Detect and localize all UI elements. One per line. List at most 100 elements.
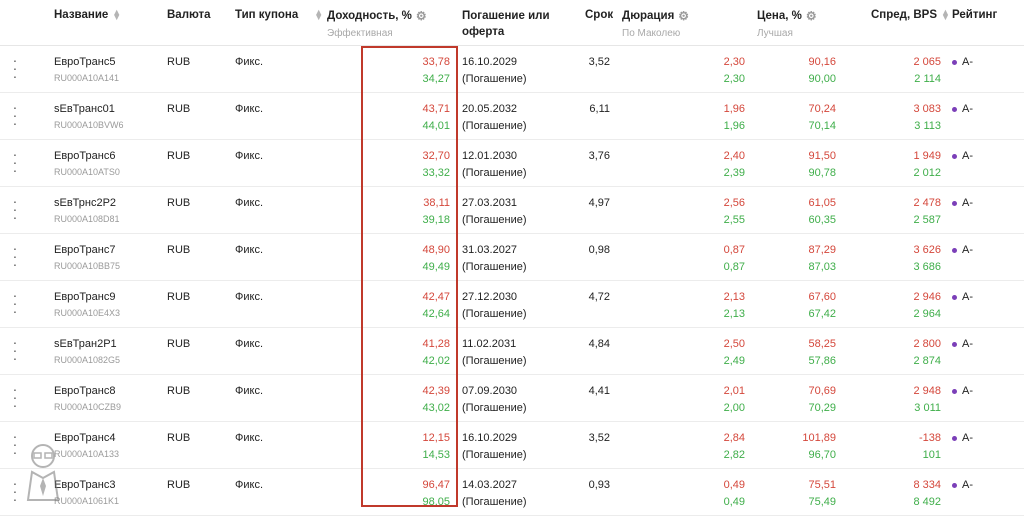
column-header-rating[interactable]: Рейтинг (952, 9, 997, 21)
price-best-value: 87,03 (808, 261, 836, 273)
duration-best-value: 0,87 (723, 261, 745, 273)
coupon-type-value: Фикс. (235, 103, 263, 115)
gear-icon[interactable]: ⚙ (678, 9, 689, 23)
term-value: 3,76 (588, 150, 610, 162)
more-vertical-icon[interactable]: · · · (10, 429, 20, 459)
table-row[interactable]: · · · ЕвроТранс8 RU000A10CZB9 RUB Фикс. 42… (0, 375, 1024, 422)
rating-value: A- (962, 56, 973, 68)
more-vertical-icon[interactable]: · · · (10, 241, 20, 271)
column-header-maturity[interactable]: Погашение или оферта (462, 8, 552, 40)
bond-name[interactable]: ЕвроТранс9 (54, 291, 115, 303)
bond-name[interactable]: sЕвТрнс2P2 (54, 197, 116, 209)
rating-value: A- (962, 479, 973, 491)
column-header-yield[interactable]: Доходность, % ⚙ Эффективная (327, 9, 427, 39)
bond-isin: RU000A10E4X3 (54, 308, 121, 318)
column-header-coupon-type[interactable]: Тип купона ▲ ▼ (235, 7, 323, 21)
table-row[interactable]: · · · ЕвроТранс7 RU000A10BB75 RUB Фикс. 48… (0, 234, 1024, 281)
price-value: 87,29 (808, 244, 836, 256)
duration-best-value: 2,00 (723, 402, 745, 414)
price-best-value: 57,86 (808, 355, 836, 367)
spread-best-value: 101 (922, 449, 941, 461)
coupon-type-value: Фикс. (235, 56, 263, 68)
term-value: 4,72 (588, 291, 610, 303)
duration-value: 2,30 (723, 56, 745, 68)
gear-icon[interactable]: ⚙ (416, 9, 427, 23)
more-vertical-icon[interactable]: · · · (10, 288, 20, 318)
column-header-spread[interactable]: Спред, BPS ▲ ▼ (871, 7, 950, 21)
bond-name[interactable]: ЕвроТранс7 (54, 244, 115, 256)
price-best-value: 67,42 (808, 308, 836, 320)
table-header: Название ▲ ▼ Валюта Тип купона ▲ ▼ Доходност… (0, 0, 1024, 46)
bond-isin: RU000A10BVW6 (54, 120, 124, 130)
more-vertical-icon[interactable]: · · · (10, 53, 20, 83)
maturity-date: 16.10.2029 (462, 432, 518, 444)
currency-value: RUB (167, 56, 191, 68)
duration-best-value: 2,55 (723, 214, 745, 226)
table-row[interactable]: · · · ЕвроТранс3 RU000A1061K1 RUB Фикс. 96… (0, 469, 1024, 516)
table-row[interactable]: · · · ЕвроТранс4 RU000A10A133 RUB Фикс. 12… (0, 422, 1024, 469)
table-row[interactable]: · · · sЕвТранс01 RU000A10BVW6 RUB Фикс. 43… (0, 93, 1024, 140)
rating-dot-icon (952, 153, 957, 159)
more-vertical-icon[interactable]: · · · (10, 147, 20, 177)
column-subheader-yield: Эффективная (327, 28, 393, 39)
spread-value: -138 (918, 432, 941, 444)
coupon-type-value: Фикс. (235, 479, 263, 491)
spread-best-value: 3 113 (914, 120, 941, 132)
duration-value: 2,01 (723, 385, 745, 397)
more-vertical-icon[interactable]: · · · (10, 382, 20, 412)
bond-name[interactable]: ЕвроТранс6 (54, 150, 115, 162)
rating-value: A- (962, 338, 973, 350)
bond-isin: RU000A10CZB9 (54, 402, 122, 412)
table-row[interactable]: · · · ЕвроТранс5 RU000A10A141 RUB Фикс. 33… (0, 46, 1024, 93)
more-vertical-icon[interactable]: · · · (10, 476, 20, 506)
table-row[interactable]: · · · ЕвроТранс9 RU000A10E4X3 RUB Фикс. 42… (0, 281, 1024, 328)
spread-best-value: 3 686 (913, 261, 941, 273)
table-row[interactable]: · · · sЕвТрнс2P2 RU000A108D81 RUB Фикс. 38… (0, 187, 1024, 234)
maturity-note: (Погашение) (462, 402, 527, 414)
rating-dot-icon (952, 435, 957, 441)
rating-dot-icon (952, 59, 957, 65)
price-value: 70,24 (808, 103, 836, 115)
spread-value: 2 946 (913, 291, 941, 303)
rating-badge: A- (952, 385, 973, 397)
rating-dot-icon (952, 482, 957, 488)
maturity-note: (Погашение) (462, 120, 527, 132)
coupon-type-value: Фикс. (235, 432, 263, 444)
gear-icon[interactable]: ⚙ (806, 9, 817, 23)
sort-icon[interactable]: ▲ ▼ (314, 7, 323, 21)
column-header-term[interactable]: Срок (585, 9, 613, 21)
rating-dot-icon (952, 106, 957, 112)
more-vertical-icon[interactable]: · · · (10, 335, 20, 365)
more-vertical-icon[interactable]: · · · (10, 194, 20, 224)
coupon-type-value: Фикс. (235, 197, 263, 209)
more-vertical-icon[interactable]: · · · (10, 100, 20, 130)
duration-best-value: 2,49 (723, 355, 745, 367)
rating-value: A- (962, 291, 973, 303)
currency-value: RUB (167, 479, 191, 491)
table-row[interactable]: · · · sЕвТран2P1 RU000A1082G5 RUB Фикс. 41… (0, 328, 1024, 375)
bond-name[interactable]: sЕвТран2P1 (54, 338, 117, 350)
column-header-currency[interactable]: Валюта (167, 9, 211, 21)
bond-name[interactable]: ЕвроТранс5 (54, 56, 115, 68)
bond-name[interactable]: ЕвроТранс8 (54, 385, 115, 397)
coupon-type-value: Фикс. (235, 150, 263, 162)
bond-name[interactable]: sЕвТранс01 (54, 103, 115, 115)
coupon-type-value: Фикс. (235, 385, 263, 397)
term-value: 6,11 (589, 103, 610, 115)
spread-best-value: 8 492 (913, 496, 941, 508)
price-value: 61,05 (808, 197, 836, 209)
table-row[interactable]: · · · ЕвроТранс6 RU000A10ATS0 RUB Фикс. 32… (0, 140, 1024, 187)
spread-value: 2 065 (913, 56, 941, 68)
watermark-icon (26, 444, 60, 501)
column-header-price[interactable]: Цена, % ⚙ Лучшая (757, 9, 817, 39)
sort-icon[interactable]: ▲ ▼ (941, 7, 950, 21)
column-header-duration[interactable]: Дюрация ⚙ По Маколею (622, 9, 689, 39)
maturity-date: 20.05.2032 (462, 103, 518, 115)
price-value: 101,89 (802, 432, 836, 444)
rating-value: A- (962, 197, 973, 209)
sort-icon[interactable]: ▲ ▼ (112, 7, 121, 21)
bond-isin: RU000A10ATS0 (54, 167, 120, 177)
maturity-note: (Погашение) (462, 496, 527, 508)
duration-value: 2,13 (723, 291, 745, 303)
column-header-name[interactable]: Название ▲ ▼ (54, 7, 121, 21)
